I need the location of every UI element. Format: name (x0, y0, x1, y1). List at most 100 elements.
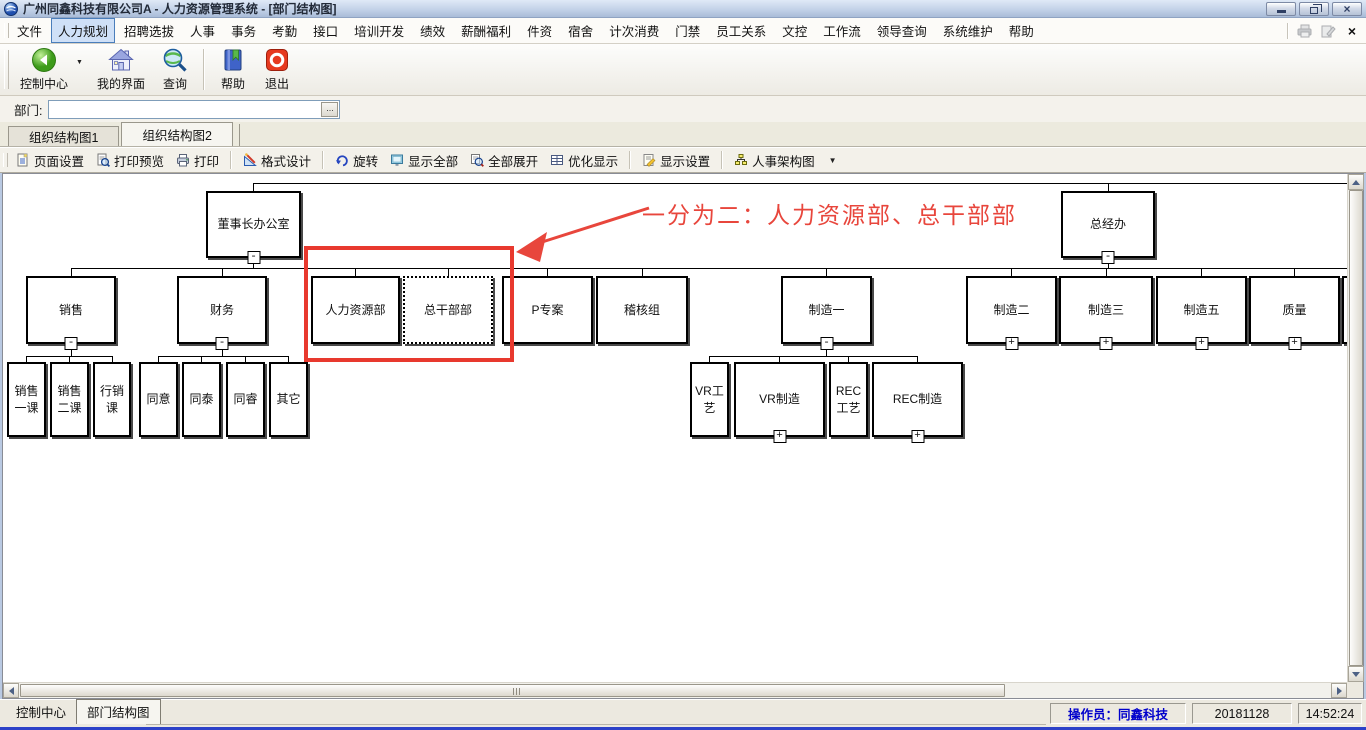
edit-record-icon[interactable] (1321, 24, 1336, 38)
expander-toggle[interactable]: + (1195, 337, 1208, 350)
expander-toggle[interactable]: - (247, 251, 260, 264)
org-node-finance[interactable]: 财务- (177, 276, 267, 344)
chart-toolbar-button-rotate[interactable]: 旋转 (329, 149, 384, 172)
toolbar-button-help[interactable]: 帮助 (211, 44, 255, 95)
tab-org-chart-2[interactable]: 组织结构图2 (121, 122, 232, 146)
expander-toggle[interactable]: - (65, 337, 78, 350)
scroll-down-button[interactable] (1348, 666, 1364, 682)
connector-line (709, 356, 917, 357)
menu-bar-right: × (1287, 18, 1360, 44)
chart-toolbar-button-optimize-display[interactable]: 优化显示 (544, 149, 624, 172)
bottom-tab-dept-structure-chart[interactable]: 部门结构图 (76, 699, 161, 724)
print-report-icon[interactable] (1297, 24, 1313, 38)
menu-item-interface[interactable]: 接口 (306, 18, 345, 43)
org-node-sales-sec-1[interactable]: 销售一课 (7, 362, 46, 437)
org-node-mfg-5[interactable]: 制造五+ (1156, 276, 1247, 344)
department-browse-button[interactable]: ... (321, 102, 338, 117)
menu-item-piece-wage[interactable]: 件资 (520, 18, 559, 43)
org-node-sales[interactable]: 销售- (26, 276, 116, 344)
org-node-gm-office[interactable]: 总经办- (1061, 191, 1155, 258)
org-node-rec-mfg[interactable]: REC制造+ (872, 362, 963, 437)
menu-item-hr-planning[interactable]: 人力规划 (51, 18, 115, 43)
expander-toggle[interactable]: - (1102, 251, 1115, 264)
bottom-bar: 控制中心部门结构图 操作员：同鑫科技 20181128 14:52:24 (0, 699, 1366, 727)
org-node-sales-sec-2[interactable]: 销售二课 (50, 362, 89, 437)
menu-item-leader-query[interactable]: 领导查询 (870, 18, 934, 43)
org-node-clipped-node[interactable] (1342, 276, 1347, 344)
menu-item-help[interactable]: 帮助 (1002, 18, 1041, 43)
org-node-marketing-sec[interactable]: 行销课 (93, 362, 131, 437)
org-node-tongrui[interactable]: 同睿 (226, 362, 265, 437)
expander-toggle[interactable]: - (820, 337, 833, 350)
chart-toolbar-button-label: 打印预览 (114, 151, 164, 170)
org-node-audit-group[interactable]: 稽核组 (596, 276, 688, 344)
bottom-tab-control-center[interactable]: 控制中心 (6, 700, 76, 724)
menu-item-personnel[interactable]: 人事 (183, 18, 222, 43)
tab-org-chart-1[interactable]: 组织结构图1 (8, 126, 119, 146)
restore-button[interactable] (1299, 2, 1329, 16)
expander-toggle[interactable]: + (1288, 337, 1301, 350)
chart-toolbar-button-page-setup[interactable]: 页面设置 (10, 149, 90, 172)
toolbar-button-query[interactable]: 查询 (153, 44, 197, 95)
menu-item-performance[interactable]: 绩效 (413, 18, 452, 43)
minimize-button[interactable] (1266, 2, 1296, 16)
org-node-tongyi[interactable]: 同意 (139, 362, 178, 437)
menu-item-access-control[interactable]: 门禁 (668, 18, 707, 43)
menu-item-doc-control[interactable]: 文控 (775, 18, 814, 43)
org-node-other[interactable]: 其它 (269, 362, 308, 437)
toolbar-button-my-interface[interactable]: 我的界面 (89, 44, 153, 95)
mdi-close-icon[interactable]: × (1344, 23, 1360, 39)
scroll-up-button[interactable] (1348, 174, 1364, 190)
close-button[interactable]: × (1332, 2, 1362, 16)
expander-toggle[interactable]: - (216, 337, 229, 350)
horizontal-scroll-thumb[interactable] (20, 684, 1005, 697)
chart-toolbar-button-expand-all[interactable]: 全部展开 (464, 149, 544, 172)
org-node-mfg-2[interactable]: 制造二+ (966, 276, 1057, 344)
expander-toggle[interactable]: + (1100, 337, 1113, 350)
control-center-dropdown-caret[interactable]: ▼ (76, 59, 89, 80)
org-node-quality[interactable]: 质量+ (1249, 276, 1340, 344)
org-node-label: 财务 (209, 302, 235, 318)
vertical-scroll-thumb[interactable] (1349, 190, 1363, 666)
chart-toolbar-button-format-design[interactable]: 格式设计 (237, 149, 317, 172)
expander-toggle[interactable]: + (911, 430, 924, 443)
chart-toolbar-button-display-settings[interactable]: 显示设置 (636, 149, 716, 172)
scroll-left-button[interactable] (3, 683, 19, 698)
horizontal-scrollbar[interactable] (3, 682, 1347, 698)
menu-item-affairs[interactable]: 事务 (224, 18, 263, 43)
expander-toggle[interactable]: + (773, 430, 786, 443)
chart-toolbar-button-label: 打印 (194, 151, 219, 170)
hr-structure-chart-dropdown-caret[interactable]: ▼ (829, 156, 837, 165)
menu-item-metered-consumption[interactable]: 计次消费 (602, 18, 666, 43)
org-node-vr-mfg[interactable]: VR制造+ (734, 362, 825, 437)
menu-item-file[interactable]: 文件 (10, 18, 49, 43)
expander-toggle[interactable]: + (1005, 337, 1018, 350)
menu-item-compensation[interactable]: 薪酬福利 (454, 18, 518, 43)
org-node-vr-process[interactable]: VR工艺 (690, 362, 729, 437)
toolbar-button-exit[interactable]: 退出 (255, 44, 299, 95)
department-input[interactable] (49, 101, 339, 118)
menu-item-attendance[interactable]: 考勤 (265, 18, 304, 43)
chart-toolbar-button-show-all[interactable]: 显示全部 (384, 149, 464, 172)
org-node-tongtai[interactable]: 同泰 (182, 362, 221, 437)
menu-item-recruitment[interactable]: 招聘选拔 (117, 18, 181, 43)
vertical-scrollbar[interactable] (1347, 174, 1363, 682)
toolbar-button-label: 退出 (265, 75, 289, 92)
chart-toolbar-button-print-preview[interactable]: 打印预览 (90, 149, 170, 172)
menu-item-training[interactable]: 培训开发 (347, 18, 411, 43)
menu-item-dormitory[interactable]: 宿舍 (561, 18, 600, 43)
org-node-mfg-1[interactable]: 制造一- (781, 276, 872, 344)
org-node-chairman-office[interactable]: 董事长办公室- (206, 191, 301, 258)
menu-item-workflow[interactable]: 工作流 (816, 18, 868, 43)
chart-toolbar-button-print[interactable]: 打印 (170, 149, 225, 172)
menu-item-employee-relations[interactable]: 员工关系 (709, 18, 773, 43)
org-node-rec-process[interactable]: REC工艺 (829, 362, 868, 437)
scroll-right-button[interactable] (1331, 683, 1347, 698)
menu-item-system-maintenance[interactable]: 系统维护 (936, 18, 1000, 43)
control-center-icon (31, 46, 57, 74)
org-node-mfg-3[interactable]: 制造三+ (1059, 276, 1153, 344)
toolbar-button-control-center[interactable]: 控制中心 (12, 44, 76, 95)
chart-toolbar-button-hr-structure-chart[interactable]: 人事架构图▼ (728, 149, 842, 172)
org-node-p-project[interactable]: P专案 (502, 276, 593, 344)
application-window: 广州同鑫科技有限公司A - 人力资源管理系统 - [部门结构图] × 文件人力规… (0, 0, 1366, 730)
